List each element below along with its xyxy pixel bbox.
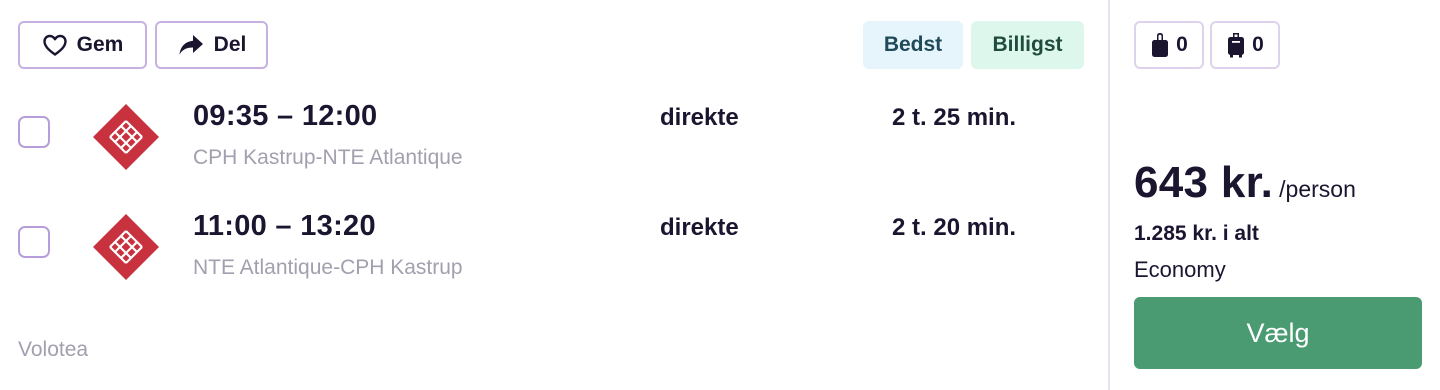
- share-button[interactable]: Del: [155, 21, 268, 69]
- save-button[interactable]: Gem: [18, 21, 147, 69]
- stops-label: direkte: [660, 104, 739, 131]
- price-total: 1.285 kr. i alt: [1134, 222, 1259, 245]
- share-button-label: Del: [213, 33, 247, 56]
- compare-checkbox[interactable]: [18, 226, 50, 258]
- backpack-icon: [1152, 33, 1169, 57]
- cabin-bag-count: 0: [1252, 33, 1264, 56]
- compare-checkbox[interactable]: [18, 116, 50, 148]
- best-badge: Bedst: [863, 21, 963, 69]
- flight-duration: 2 t. 20 min.: [892, 214, 1017, 241]
- flight-row-outbound: 09:35 – 12:00 CPH Kastrup-NTE Atlantique…: [0, 94, 1108, 184]
- airline-name: Volotea: [18, 338, 89, 361]
- flight-row-return: 11:00 – 13:20 NTE Atlantique-CPH Kastrup…: [0, 204, 1108, 294]
- personal-item-indicator: 0: [1134, 21, 1204, 69]
- price-amount: 643 kr.: [1134, 158, 1274, 207]
- price-per-person: 643 kr./person: [1134, 158, 1356, 208]
- share-arrow-icon: [179, 35, 203, 55]
- personal-item-count: 0: [1176, 33, 1188, 56]
- suitcase-icon: [1228, 33, 1245, 58]
- stops-label: direkte: [660, 214, 739, 241]
- volotea-logo-icon: [93, 104, 159, 170]
- departure-arrival-times: 11:00 – 13:20: [193, 210, 376, 242]
- price-unit: /person: [1279, 176, 1356, 202]
- cabin-bag-indicator: 0: [1210, 21, 1280, 69]
- cabin-class: Economy: [1134, 257, 1226, 282]
- departure-arrival-times: 09:35 – 12:00: [193, 100, 378, 132]
- route-airports: NTE Atlantique-CPH Kastrup: [193, 256, 463, 279]
- volotea-logo-icon: [93, 214, 159, 280]
- cheapest-badge: Billigst: [971, 21, 1084, 69]
- route-airports: CPH Kastrup-NTE Atlantique: [193, 146, 463, 169]
- save-button-label: Gem: [76, 33, 124, 56]
- flight-result-card: Gem Del Bedst Billigst 09:35 – 12:00 CPH…: [0, 0, 1440, 390]
- price-section: 0 0 643 kr./person 1.285 kr. i alt Econo…: [1110, 0, 1440, 390]
- flight-duration: 2 t. 25 min.: [892, 104, 1017, 131]
- itinerary-section: Gem Del Bedst Billigst 09:35 – 12:00 CPH…: [0, 0, 1108, 390]
- select-button[interactable]: Vælg: [1134, 297, 1422, 369]
- heart-icon: [42, 34, 67, 56]
